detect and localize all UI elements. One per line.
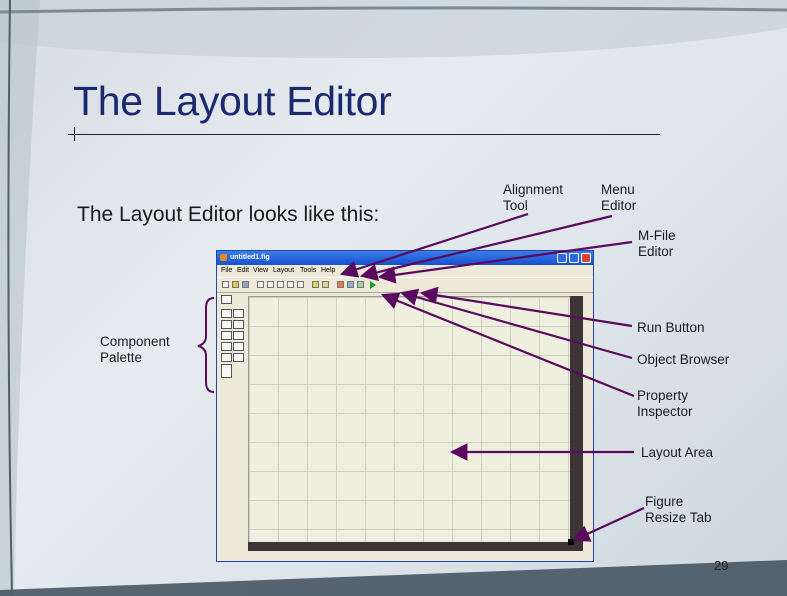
arrow-run-button: [419, 286, 633, 328]
page-number: 29: [714, 558, 729, 573]
arrow-alignment-tool: [339, 212, 529, 278]
callout-arrows: [197, 212, 645, 542]
arrow-figure-resize-tab: [571, 506, 645, 542]
arrow-menu-editor: [359, 214, 613, 281]
arrow-mfile-editor: [377, 240, 633, 284]
arrow-property-inspector: [380, 292, 635, 398]
palette-brace: [197, 297, 215, 393]
